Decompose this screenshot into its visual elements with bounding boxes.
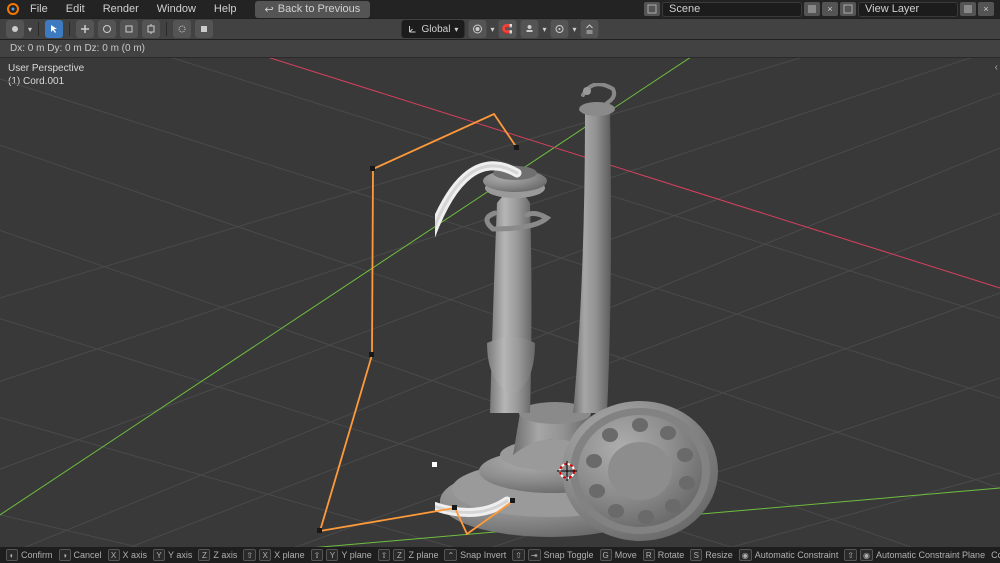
- scene-label: Scene: [669, 3, 700, 15]
- layer-new-button[interactable]: [960, 2, 976, 16]
- snap-toggle-button[interactable]: 🧲: [498, 20, 516, 38]
- back-label: Back to Previous: [278, 3, 361, 15]
- menu-file[interactable]: File: [22, 1, 56, 17]
- dropdown-caret-icon: ▾: [490, 25, 494, 34]
- transform-help-bar: ◐Confirm ◑Cancel XX axis YY axis ZZ axis…: [0, 547, 1000, 563]
- snap-invert-hint: ⌃Snap Invert: [444, 549, 506, 561]
- scene-new-button[interactable]: [804, 2, 820, 16]
- orientation-label: Global: [422, 24, 451, 35]
- gizmo-transform-button[interactable]: [142, 20, 160, 38]
- blender-logo-icon[interactable]: [6, 2, 20, 16]
- z-plane-hint: ⇧ZZ plane: [378, 549, 439, 561]
- menu-edit[interactable]: Edit: [58, 1, 93, 17]
- viewport-tool-header: ▾ Global ▾ ▾ 🧲 ▾ ▾: [0, 18, 1000, 40]
- menu-render[interactable]: Render: [95, 1, 147, 17]
- selection-stats: Cord.001 | Verts:1/7: [991, 550, 1000, 560]
- transform-orientation-dropdown[interactable]: Global ▾: [402, 20, 465, 38]
- scene-browse-button[interactable]: [644, 2, 660, 16]
- layer-browse-button[interactable]: [840, 2, 856, 16]
- gizmo-scale-button[interactable]: [120, 20, 138, 38]
- dropdown-caret-icon: ▾: [28, 25, 32, 34]
- x-plane-hint: ⇧XX plane: [243, 549, 304, 561]
- scene-field[interactable]: Scene: [662, 2, 802, 17]
- proportional-edit-button[interactable]: [550, 20, 568, 38]
- editor-type-dropdown[interactable]: [6, 20, 24, 38]
- select-tool-button[interactable]: [45, 20, 63, 38]
- mouse-left-icon: ◐: [6, 549, 18, 561]
- auto-constraint-plane-hint: ⇧◉Automatic Constraint Plane: [844, 549, 985, 561]
- rotate-hint: RRotate: [643, 549, 685, 561]
- sidebar-expand-icon[interactable]: ‹: [995, 62, 998, 73]
- bezier-curve-overlay: [0, 58, 1000, 547]
- y-axis-hint: YY axis: [153, 549, 192, 561]
- gizmo-rotate-button[interactable]: [98, 20, 116, 38]
- cursor-tool-button[interactable]: [173, 20, 191, 38]
- 3d-viewport[interactable]: User Perspective (1) Cord.001: [0, 58, 1000, 547]
- view-layer-field[interactable]: View Layer: [858, 2, 958, 17]
- scene-delete-button[interactable]: ×: [822, 2, 838, 16]
- mouse-middle-icon: ◉: [860, 549, 873, 561]
- layer-label: View Layer: [865, 3, 919, 15]
- options-button[interactable]: [580, 20, 598, 38]
- mouse-middle-icon: ◉: [739, 549, 752, 561]
- snap-options-dropdown[interactable]: [520, 20, 538, 38]
- extra-tool-button[interactable]: [195, 20, 213, 38]
- auto-constraint-hint: ◉Automatic Constraint: [739, 549, 839, 561]
- pivot-dropdown[interactable]: [468, 20, 486, 38]
- resize-hint: SResize: [690, 549, 733, 561]
- 3d-cursor-icon: [556, 460, 578, 485]
- mouse-right-icon: ◑: [59, 549, 71, 561]
- cancel-hint: ◑Cancel: [59, 549, 102, 561]
- transform-readout: Dx: 0 m Dy: 0 m Dz: 0 m (0 m): [0, 40, 1000, 58]
- menu-window[interactable]: Window: [149, 1, 204, 17]
- gizmo-move-button[interactable]: [76, 20, 94, 38]
- dropdown-caret-icon: ▾: [454, 25, 458, 34]
- dropdown-caret-icon: ▾: [542, 25, 546, 34]
- menu-help[interactable]: Help: [206, 1, 245, 17]
- orientation-icon: [408, 24, 418, 34]
- snap-toggle-hint: ⇧⇥Snap Toggle: [512, 549, 593, 561]
- dropdown-caret-icon: ▾: [572, 25, 576, 34]
- z-axis-hint: ZZ axis: [198, 549, 237, 561]
- magnet-icon: 🧲: [502, 24, 513, 35]
- y-plane-hint: ⇧YY plane: [311, 549, 372, 561]
- back-icon: ↩: [265, 3, 274, 16]
- layer-delete-button[interactable]: ×: [978, 2, 994, 16]
- back-to-previous-button[interactable]: ↩ Back to Previous: [255, 1, 371, 18]
- confirm-hint: ◐Confirm: [6, 549, 53, 561]
- x-axis-hint: XX axis: [108, 549, 148, 561]
- top-menu-bar: File Edit Render Window Help ↩ Back to P…: [0, 0, 1000, 18]
- move-hint: GMove: [600, 549, 637, 561]
